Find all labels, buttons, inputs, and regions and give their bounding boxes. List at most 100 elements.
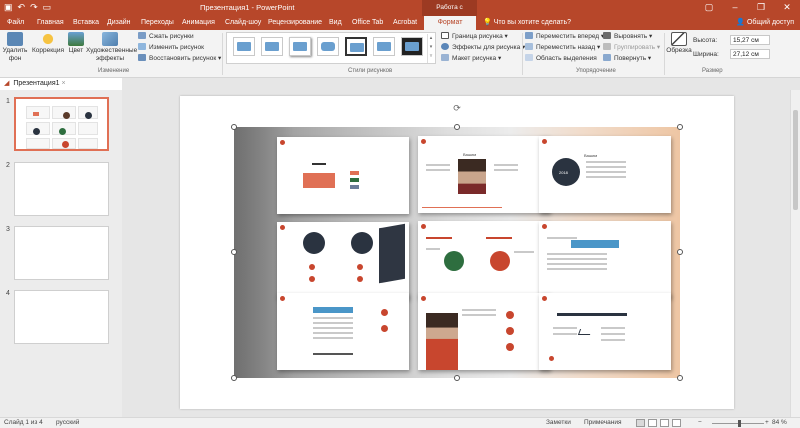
picture-style-option[interactable] [261, 37, 283, 56]
picture-style-option[interactable] [345, 37, 367, 56]
tab-file[interactable]: Файл [4, 16, 27, 30]
language-indicator[interactable]: русский [56, 418, 79, 428]
maximize-icon[interactable]: ❐ [748, 0, 774, 16]
resize-handle[interactable] [454, 124, 460, 130]
bring-forward-button[interactable]: Переместить вперед ▾ [525, 32, 604, 41]
send-backward-icon [525, 43, 533, 50]
comments-button[interactable]: Примечания [584, 418, 622, 428]
slide-sorter-icon[interactable] [648, 419, 657, 427]
resize-handle[interactable] [454, 375, 460, 381]
selection-pane-icon [525, 54, 533, 61]
effects-icon [441, 43, 449, 50]
scrollbar-thumb[interactable] [793, 110, 798, 210]
tab-acrobat[interactable]: Acrobat [390, 16, 420, 30]
tab-review[interactable]: Рецензирование [265, 16, 325, 30]
picture-slide-mockup [277, 137, 409, 214]
resize-handle[interactable] [231, 249, 237, 255]
width-input[interactable]: 27,12 см [730, 49, 770, 59]
tab-home[interactable]: Главная [34, 16, 67, 30]
picture-layout-button[interactable]: Макет рисунка ▾ [441, 54, 501, 63]
picture-slide-mockup [277, 293, 409, 370]
group-icon [603, 43, 611, 50]
height-input[interactable]: 15,27 см [730, 35, 770, 45]
slideshow-view-icon[interactable] [672, 419, 681, 427]
tab-animations[interactable]: Анимация [179, 16, 218, 30]
tab-view[interactable]: Вид [326, 16, 345, 30]
zoom-slider-thumb[interactable] [738, 420, 741, 427]
picture-style-option[interactable] [317, 37, 339, 56]
share-button[interactable]: 👤 Общий доступ [736, 17, 794, 29]
resize-handle[interactable] [677, 249, 683, 255]
slide-thumbnail-4[interactable] [14, 290, 109, 344]
chevron-down-icon: ▾ [647, 33, 653, 40]
tell-me-search[interactable]: 💡 Что вы хотите сделать? [483, 16, 571, 30]
window-title: Презентация1 - PowerPoint [200, 3, 295, 12]
selected-picture[interactable]: Вашим Вашим 2018 [234, 127, 680, 378]
reading-view-icon[interactable] [660, 419, 669, 427]
picture-style-option[interactable] [289, 37, 311, 56]
redo-icon[interactable]: ↷ [30, 2, 38, 13]
resize-handle[interactable] [677, 375, 683, 381]
rotate-button[interactable]: Повернуть ▾ [603, 54, 651, 63]
close-icon[interactable]: ✕ [774, 0, 800, 16]
resize-handle[interactable] [231, 124, 237, 130]
picture-border-button[interactable]: Граница рисунка ▾ [441, 32, 508, 41]
zoom-in-icon[interactable]: + [765, 418, 769, 428]
group-separator [222, 33, 223, 75]
slide-thumbnail-3[interactable] [14, 226, 109, 280]
align-button[interactable]: Выровнять ▾ [603, 32, 652, 41]
close-icon[interactable]: × [61, 80, 65, 87]
group-separator [522, 33, 523, 75]
picture-style-option[interactable] [233, 37, 255, 56]
tab-transitions[interactable]: Переходы [138, 16, 177, 30]
crop-button[interactable]: Обрезка [666, 32, 692, 55]
gallery-scroll-icon[interactable]: ▴ ▾ ▿ [427, 34, 434, 63]
group-label-size: Размер [702, 68, 723, 74]
user-icon: 👤 [736, 19, 746, 26]
slide-counter: Слайд 1 из 4 [4, 419, 43, 426]
lightbulb-icon: 💡 [483, 19, 492, 26]
section-header[interactable]: ◢ Презентация1 × [0, 78, 122, 90]
picture-effects-button[interactable]: Эффекты для рисунка ▾ [441, 43, 525, 52]
reset-picture-button[interactable]: Восстановить рисунок ▾ [138, 54, 221, 63]
slide-thumbnail-2[interactable] [14, 162, 109, 216]
share-label: Общий доступ [746, 19, 794, 26]
save-icon[interactable]: ▣ [4, 2, 13, 13]
zoom-percent[interactable]: 84 % [772, 418, 787, 428]
tab-slideshow[interactable]: Слайд-шоу [222, 16, 264, 30]
slide-thumbnail-1[interactable] [14, 97, 109, 151]
change-picture-icon [138, 43, 146, 50]
normal-view-icon[interactable] [636, 419, 645, 427]
compress-pictures-button[interactable]: Сжать рисунки [138, 32, 194, 41]
tab-insert[interactable]: Вставка [70, 16, 102, 30]
ribbon: Удалить фон Коррекция Цвет Художественны… [0, 30, 800, 78]
zoom-out-icon[interactable]: − [698, 418, 702, 428]
remove-background-button[interactable]: Удалить фон [2, 32, 28, 63]
ribbon-display-icon[interactable]: ▢ [696, 0, 722, 16]
color-button[interactable]: Цвет [66, 32, 86, 55]
corrections-button[interactable]: Коррекция [31, 32, 65, 55]
title-bar: ▣ ↶ ↷ ▭ Презентация1 - PowerPoint Работа… [0, 0, 800, 27]
group-button[interactable]: Группировать ▾ [603, 43, 660, 52]
undo-icon[interactable]: ↶ [18, 2, 26, 13]
rotate-handle-icon[interactable]: ⟳ [452, 103, 462, 113]
picture-style-option[interactable] [373, 37, 395, 56]
chevron-down-icon: ▾ [655, 44, 661, 51]
picture-slide-mockup [539, 221, 671, 298]
picture-slide-mockup: Вашим 2018 [539, 136, 671, 213]
artistic-effects-button[interactable]: Художественные эффекты [86, 32, 137, 63]
layout-icon [441, 54, 449, 61]
picture-style-option[interactable] [401, 37, 423, 56]
tab-office-tab[interactable]: Office Tab [349, 16, 386, 30]
send-backward-button[interactable]: Переместить назад ▾ [525, 43, 600, 52]
tab-design[interactable]: Дизайн [104, 16, 134, 30]
tab-format[interactable]: Формат [424, 16, 476, 30]
selection-pane-button[interactable]: Область выделения [525, 54, 597, 63]
change-picture-button[interactable]: Изменить рисунок [138, 43, 204, 52]
resize-handle[interactable] [677, 124, 683, 130]
present-icon[interactable]: ▭ [43, 2, 52, 13]
minimize-icon[interactable]: – [722, 0, 748, 16]
resize-handle[interactable] [231, 375, 237, 381]
vertical-scrollbar[interactable] [790, 90, 800, 417]
notes-button[interactable]: Заметки [546, 418, 571, 428]
